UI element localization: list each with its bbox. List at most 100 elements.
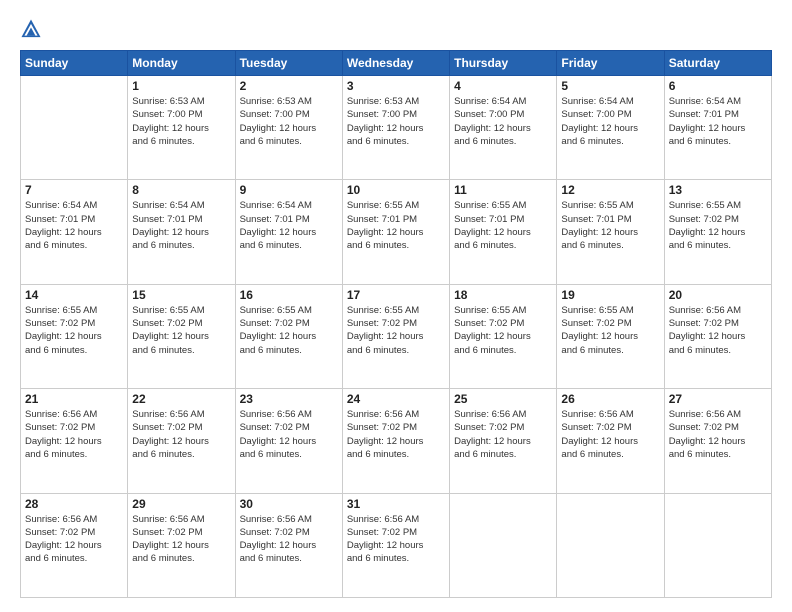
day-info: Sunrise: 6:53 AM Sunset: 7:00 PM Dayligh… [132, 95, 230, 148]
day-info: Sunrise: 6:54 AM Sunset: 7:00 PM Dayligh… [454, 95, 552, 148]
calendar-cell: 21 Sunrise: 6:56 AM Sunset: 7:02 PM Dayli… [21, 389, 128, 493]
logo-icon [20, 18, 42, 40]
calendar-cell [450, 493, 557, 597]
day-info: Sunrise: 6:56 AM Sunset: 7:02 PM Dayligh… [561, 408, 659, 461]
day-info: Sunrise: 6:54 AM Sunset: 7:01 PM Dayligh… [132, 199, 230, 252]
calendar-cell: 26 Sunrise: 6:56 AM Sunset: 7:02 PM Dayli… [557, 389, 664, 493]
calendar-cell: 30 Sunrise: 6:56 AM Sunset: 7:02 PM Dayli… [235, 493, 342, 597]
day-info: Sunrise: 6:55 AM Sunset: 7:01 PM Dayligh… [561, 199, 659, 252]
day-number: 10 [347, 183, 445, 197]
page: SundayMondayTuesdayWednesdayThursdayFrid… [0, 0, 792, 612]
day-number: 7 [25, 183, 123, 197]
week-row-2: 7 Sunrise: 6:54 AM Sunset: 7:01 PM Daylig… [21, 180, 772, 284]
day-info: Sunrise: 6:54 AM Sunset: 7:01 PM Dayligh… [669, 95, 767, 148]
day-number: 18 [454, 288, 552, 302]
calendar-cell: 12 Sunrise: 6:55 AM Sunset: 7:01 PM Dayli… [557, 180, 664, 284]
day-info: Sunrise: 6:54 AM Sunset: 7:00 PM Dayligh… [561, 95, 659, 148]
calendar-cell: 7 Sunrise: 6:54 AM Sunset: 7:01 PM Daylig… [21, 180, 128, 284]
day-number: 22 [132, 392, 230, 406]
day-info: Sunrise: 6:56 AM Sunset: 7:02 PM Dayligh… [669, 408, 767, 461]
day-number: 5 [561, 79, 659, 93]
calendar-cell: 9Sunrise: 6:54 AM Sunset: 7:01 PM Daylig… [235, 180, 342, 284]
day-info: Sunrise: 6:56 AM Sunset: 7:02 PM Dayligh… [132, 408, 230, 461]
day-number: 28 [25, 497, 123, 511]
calendar-cell: 3 Sunrise: 6:53 AM Sunset: 7:00 PM Daylig… [342, 76, 449, 180]
day-number: 23 [240, 392, 338, 406]
day-info: Sunrise: 6:56 AM Sunset: 7:02 PM Dayligh… [25, 513, 123, 566]
calendar-cell: 1 Sunrise: 6:53 AM Sunset: 7:00 PM Daylig… [128, 76, 235, 180]
day-number: 8 [132, 183, 230, 197]
day-info: Sunrise: 6:55 AM Sunset: 7:02 PM Dayligh… [669, 199, 767, 252]
calendar-cell: 27 Sunrise: 6:56 AM Sunset: 7:02 PM Dayli… [664, 389, 771, 493]
day-number: 24 [347, 392, 445, 406]
day-number: 25 [454, 392, 552, 406]
day-number: 16 [240, 288, 338, 302]
day-number: 12 [561, 183, 659, 197]
day-header-monday: Monday [128, 51, 235, 76]
calendar-cell: 20 Sunrise: 6:56 AM Sunset: 7:02 PM Dayli… [664, 284, 771, 388]
calendar-cell: 19 Sunrise: 6:55 AM Sunset: 7:02 PM Dayli… [557, 284, 664, 388]
calendar-cell: 16Sunrise: 6:55 AM Sunset: 7:02 PM Dayli… [235, 284, 342, 388]
day-number: 4 [454, 79, 552, 93]
header [20, 18, 772, 40]
calendar-cell: 28 Sunrise: 6:56 AM Sunset: 7:02 PM Dayli… [21, 493, 128, 597]
calendar-cell: 4 Sunrise: 6:54 AM Sunset: 7:00 PM Daylig… [450, 76, 557, 180]
day-number: 21 [25, 392, 123, 406]
calendar-cell: 14Sunrise: 6:55 AM Sunset: 7:02 PM Dayli… [21, 284, 128, 388]
day-number: 19 [561, 288, 659, 302]
logo [20, 18, 46, 40]
week-row-3: 14 Sunrise: 6:55 AM Sunset: 7:02 PM Dayli… [21, 284, 772, 388]
day-number: 9 [240, 183, 338, 197]
day-info: Sunrise: 6:54 AM Sunset: 7:01 PM Dayligh… [25, 199, 123, 252]
week-row-1: 1 Sunrise: 6:53 AM Sunset: 7:00 PM Daylig… [21, 76, 772, 180]
day-info: Sunrise: 6:56 AM Sunset: 7:02 PM Dayligh… [240, 408, 338, 461]
calendar-cell: 10Sunrise: 6:55 AM Sunset: 7:01 PM Dayli… [342, 180, 449, 284]
day-number: 30 [240, 497, 338, 511]
day-header-wednesday: Wednesday [342, 51, 449, 76]
day-number: 6 [669, 79, 767, 93]
day-number: 27 [669, 392, 767, 406]
calendar-cell: 29Sunrise: 6:56 AM Sunset: 7:02 PM Dayli… [128, 493, 235, 597]
day-info: Sunrise: 6:56 AM Sunset: 7:02 PM Dayligh… [669, 304, 767, 357]
day-info: Sunrise: 6:55 AM Sunset: 7:02 PM Dayligh… [561, 304, 659, 357]
day-number: 20 [669, 288, 767, 302]
day-number: 3 [347, 79, 445, 93]
day-info: Sunrise: 6:56 AM Sunset: 7:02 PM Dayligh… [347, 408, 445, 461]
day-number: 13 [669, 183, 767, 197]
calendar-cell: 11Sunrise: 6:55 AM Sunset: 7:01 PM Dayli… [450, 180, 557, 284]
calendar-cell: 2Sunrise: 6:53 AM Sunset: 7:00 PM Daylig… [235, 76, 342, 180]
calendar-cell: 8 Sunrise: 6:54 AM Sunset: 7:01 PM Daylig… [128, 180, 235, 284]
day-info: Sunrise: 6:55 AM Sunset: 7:02 PM Dayligh… [347, 304, 445, 357]
day-number: 17 [347, 288, 445, 302]
day-number: 31 [347, 497, 445, 511]
week-row-4: 21 Sunrise: 6:56 AM Sunset: 7:02 PM Dayli… [21, 389, 772, 493]
day-number: 15 [132, 288, 230, 302]
calendar-cell: 22 Sunrise: 6:56 AM Sunset: 7:02 PM Dayli… [128, 389, 235, 493]
week-row-5: 28 Sunrise: 6:56 AM Sunset: 7:02 PM Dayli… [21, 493, 772, 597]
calendar-cell: 15 Sunrise: 6:55 AM Sunset: 7:02 PM Dayli… [128, 284, 235, 388]
calendar-cell [557, 493, 664, 597]
day-header-tuesday: Tuesday [235, 51, 342, 76]
calendar-cell: 17 Sunrise: 6:55 AM Sunset: 7:02 PM Dayli… [342, 284, 449, 388]
calendar-cell: 5 Sunrise: 6:54 AM Sunset: 7:00 PM Daylig… [557, 76, 664, 180]
day-info: Sunrise: 6:56 AM Sunset: 7:02 PM Dayligh… [25, 408, 123, 461]
day-header-saturday: Saturday [664, 51, 771, 76]
day-number: 1 [132, 79, 230, 93]
day-info: Sunrise: 6:55 AM Sunset: 7:02 PM Dayligh… [454, 304, 552, 357]
calendar-cell [664, 493, 771, 597]
day-number: 2 [240, 79, 338, 93]
day-number: 26 [561, 392, 659, 406]
calendar-cell: 25 Sunrise: 6:56 AM Sunset: 7:02 PM Dayli… [450, 389, 557, 493]
day-info: Sunrise: 6:56 AM Sunset: 7:02 PM Dayligh… [347, 513, 445, 566]
day-header-sunday: Sunday [21, 51, 128, 76]
calendar-cell: 31 Sunrise: 6:56 AM Sunset: 7:02 PM Dayli… [342, 493, 449, 597]
calendar-table: SundayMondayTuesdayWednesdayThursdayFrid… [20, 50, 772, 598]
day-header-friday: Friday [557, 51, 664, 76]
day-info: Sunrise: 6:55 AM Sunset: 7:02 PM Dayligh… [132, 304, 230, 357]
day-info: Sunrise: 6:53 AM Sunset: 7:00 PM Dayligh… [347, 95, 445, 148]
calendar-cell: 6 Sunrise: 6:54 AM Sunset: 7:01 PM Daylig… [664, 76, 771, 180]
day-info: Sunrise: 6:56 AM Sunset: 7:02 PM Dayligh… [454, 408, 552, 461]
day-number: 14 [25, 288, 123, 302]
day-info: Sunrise: 6:56 AM Sunset: 7:02 PM Dayligh… [240, 513, 338, 566]
day-number: 29 [132, 497, 230, 511]
